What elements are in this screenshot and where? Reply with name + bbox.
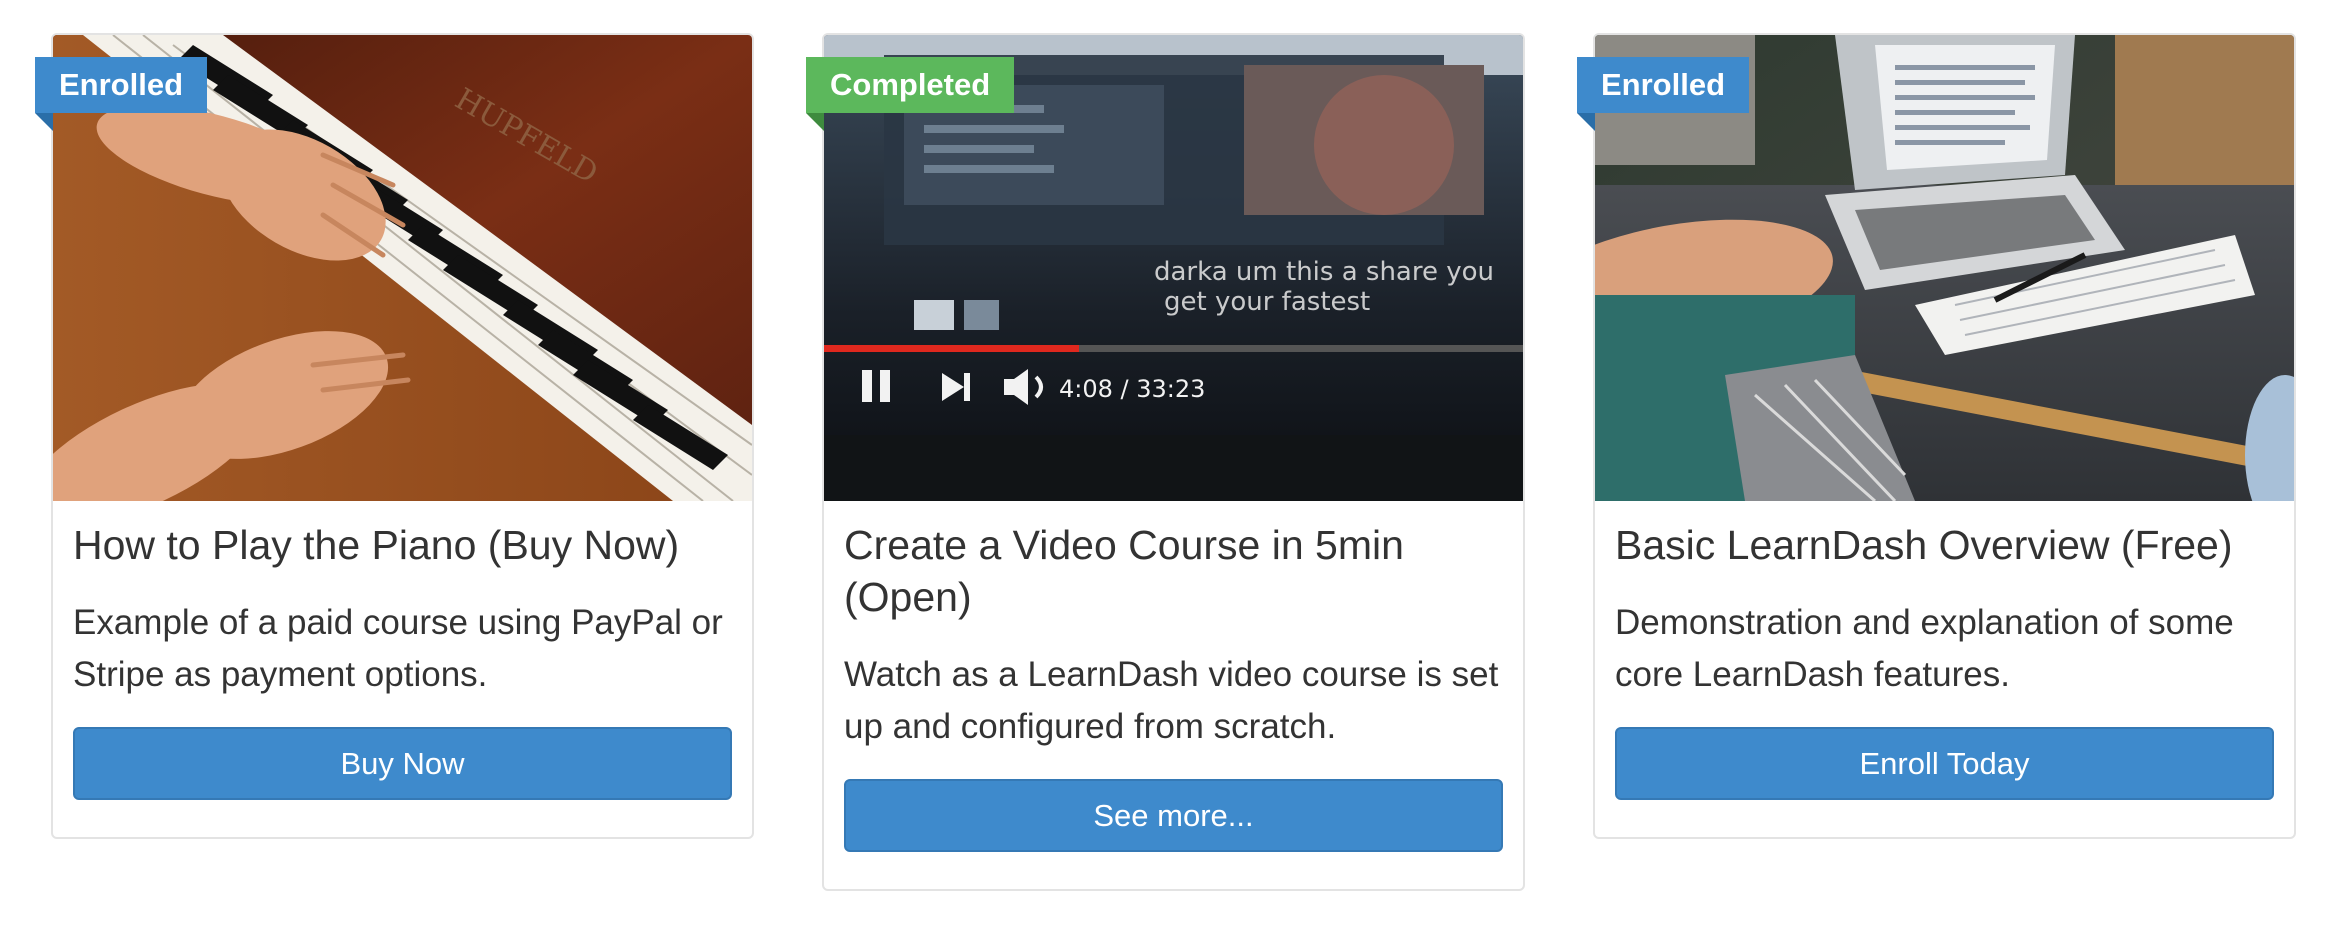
badge-fold: [806, 113, 824, 131]
course-card: darka um this a share you get your faste…: [806, 33, 1525, 891]
course-title[interactable]: Basic LearnDash Overview (Free): [1615, 519, 2274, 571]
course-description: Watch as a LearnDash video course is set…: [844, 655, 1499, 746]
badge-fold: [1577, 113, 1595, 131]
badge-label: Enrolled: [59, 67, 184, 102]
course-card: HUPFELD Enrolled How to Play the Piano (…: [35, 33, 754, 839]
video-time-text: 4:08 / 33:23: [1059, 375, 1205, 403]
course-title[interactable]: How to Play the Piano (Buy Now): [73, 519, 732, 571]
buy-now-button[interactable]: Buy Now: [73, 727, 732, 800]
svg-text:darka um this a share you: darka um this a share you: [1154, 257, 1494, 287]
course-description: Demonstration and explanation of some co…: [1615, 603, 2234, 694]
course-title[interactable]: Create a Video Course in 5min (Open): [844, 519, 1503, 623]
card-caption: Basic LearnDash Overview (Free) Demonstr…: [1615, 519, 2274, 800]
enroll-today-button[interactable]: Enroll Today: [1615, 727, 2274, 800]
card-caption: How to Play the Piano (Buy Now) Example …: [73, 519, 732, 800]
course-description: Example of a paid course using PayPal or…: [73, 603, 723, 694]
card-caption: Create a Video Course in 5min (Open) Wat…: [844, 519, 1503, 852]
badge-label: Enrolled: [1601, 67, 1726, 102]
enrolled-badge: Enrolled: [1577, 57, 1750, 131]
badge-label: Completed: [830, 67, 991, 102]
completed-badge: Completed: [806, 57, 1015, 131]
enrolled-badge: Enrolled: [35, 57, 208, 131]
see-more-button[interactable]: See more...: [844, 779, 1503, 852]
course-card: Enrolled Basic LearnDash Overview (Free)…: [1577, 33, 2296, 839]
svg-text:get your fastest: get your fastest: [1164, 287, 1370, 317]
badge-fold: [35, 113, 53, 131]
